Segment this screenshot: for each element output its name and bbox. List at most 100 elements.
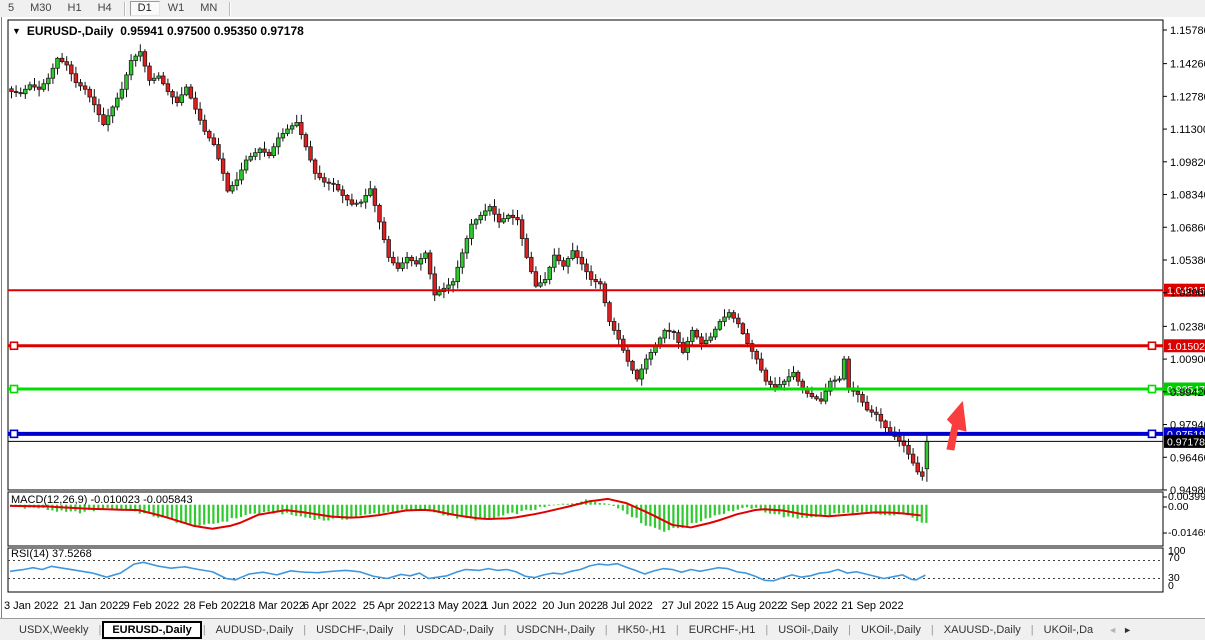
candle-body	[723, 317, 727, 321]
candle-body	[520, 220, 524, 239]
candle-body	[405, 257, 409, 263]
candle-body	[553, 255, 557, 267]
tab-scroll-right-icon[interactable]: ►	[1123, 625, 1132, 635]
candle	[603, 281, 607, 306]
candle-body	[364, 195, 368, 202]
candle-body	[571, 251, 575, 259]
candle-body	[93, 97, 97, 105]
candle-body	[355, 203, 359, 204]
tab-hk50-h1[interactable]: HK50-,H1	[609, 622, 675, 638]
price-tick-label: 1.08340	[1170, 190, 1205, 202]
candle-body	[231, 185, 235, 191]
candle-body	[640, 369, 644, 379]
candle	[842, 356, 846, 381]
candle-body	[10, 89, 14, 92]
candle-body	[14, 91, 18, 92]
candle-body	[465, 239, 469, 253]
timeframe-button-w1[interactable]: W1	[160, 1, 193, 16]
hline-handle[interactable]	[11, 430, 18, 437]
candle-body	[143, 52, 147, 66]
candle-body	[856, 391, 860, 394]
tab-audusd-daily[interactable]: AUDUSD-,Daily	[207, 622, 303, 638]
hline-handle[interactable]	[1149, 342, 1156, 349]
candle-body	[792, 372, 796, 376]
candle-body	[120, 89, 124, 98]
candle-body	[585, 264, 589, 272]
candle-body	[838, 379, 842, 380]
candle-body	[171, 91, 175, 97]
candle-body	[51, 68, 55, 78]
hline-handle[interactable]	[11, 342, 18, 349]
candle-body	[129, 61, 133, 75]
candle-body	[47, 78, 51, 84]
candle-body	[884, 421, 888, 428]
candle-body	[152, 78, 156, 80]
timeframe-button-mn[interactable]: MN	[192, 1, 225, 16]
candle-body	[888, 428, 892, 432]
toolbar-separator	[124, 2, 126, 16]
candle-body	[373, 189, 377, 206]
candle-body	[438, 292, 442, 295]
timeframe-button-d1[interactable]: D1	[130, 1, 160, 16]
tab-usdchf-daily[interactable]: USDCHF-,Daily	[307, 622, 402, 638]
tab-eurchf-h1[interactable]: EURCHF-,H1	[680, 622, 765, 638]
chart-window[interactable]: 1.040151.015020.995470.975190.971781.157…	[0, 17, 1205, 618]
candle-body	[451, 282, 455, 285]
candle-body	[516, 218, 520, 220]
tab-eurusd-daily[interactable]: EURUSD-,Daily	[102, 621, 201, 639]
date-label: 27 Jul 2022	[662, 600, 719, 612]
candle-body	[42, 84, 46, 90]
hline-handle[interactable]	[11, 385, 18, 392]
candle-body	[157, 76, 161, 78]
candle-body	[258, 149, 262, 153]
candle-body	[470, 224, 474, 238]
candle-body	[576, 251, 580, 258]
candle-body	[79, 83, 83, 86]
candle-body	[332, 183, 336, 184]
tab-xauusd-daily[interactable]: XAUUSD-,Daily	[935, 622, 1030, 638]
candle-body	[424, 253, 428, 259]
rsi-panel[interactable]	[8, 548, 1163, 592]
date-label: 8 Jul 2022	[602, 600, 653, 612]
candle-body	[718, 321, 722, 329]
candle-body	[249, 156, 253, 160]
timeframe-button-h1[interactable]: H1	[60, 1, 90, 16]
candle-body	[28, 85, 32, 89]
candle-body	[796, 372, 800, 381]
tab-ukoil-da[interactable]: UKOil-,Da	[1035, 622, 1103, 638]
chart-canvas[interactable]: 1.040151.015020.995470.975190.971781.157…	[0, 17, 1205, 618]
tab-usdcad-daily[interactable]: USDCAD-,Daily	[407, 622, 503, 638]
timeframe-button-h4[interactable]: H4	[90, 1, 120, 16]
candle-body	[879, 414, 883, 421]
price-tick-label: 0.96460	[1170, 452, 1205, 464]
hline-handle[interactable]	[1149, 430, 1156, 437]
tab-usdx-weekly[interactable]: USDX,Weekly	[10, 622, 97, 638]
hline-handle[interactable]	[1149, 385, 1156, 392]
candle-body	[125, 75, 129, 89]
candle-body	[645, 359, 649, 369]
tab-ukoil-daily[interactable]: UKOil-,Daily	[852, 622, 930, 638]
candle-body	[456, 267, 460, 281]
candle-body	[479, 215, 483, 219]
rsi-scale-label: 0	[1168, 580, 1174, 592]
candle-body	[97, 105, 101, 115]
candle-body	[203, 120, 207, 131]
candle-body	[198, 109, 202, 120]
candle-body	[180, 95, 184, 103]
tab-usdcnh-daily[interactable]: USDCNH-,Daily	[508, 622, 604, 638]
timeframe-button-5[interactable]: 5	[0, 1, 22, 16]
candle-body	[369, 189, 373, 196]
candle-body	[787, 377, 791, 381]
candle-body	[865, 402, 869, 410]
candle-body	[318, 173, 322, 177]
date-label: 2 Sep 2022	[781, 600, 837, 612]
price-tick-label: 1.15780	[1170, 25, 1205, 37]
candle-body	[806, 390, 810, 393]
candle-body	[60, 58, 64, 61]
timeframe-button-m30[interactable]: M30	[22, 1, 59, 16]
tab-scroll-left-icon[interactable]: ◄	[1108, 625, 1117, 635]
candle-body	[911, 454, 915, 463]
tab-usoil-daily[interactable]: USOil-,Daily	[769, 622, 847, 638]
candle-body	[350, 200, 354, 204]
timeframe-toolbar: 5M30H1H4 D1W1MN	[0, 0, 1205, 18]
